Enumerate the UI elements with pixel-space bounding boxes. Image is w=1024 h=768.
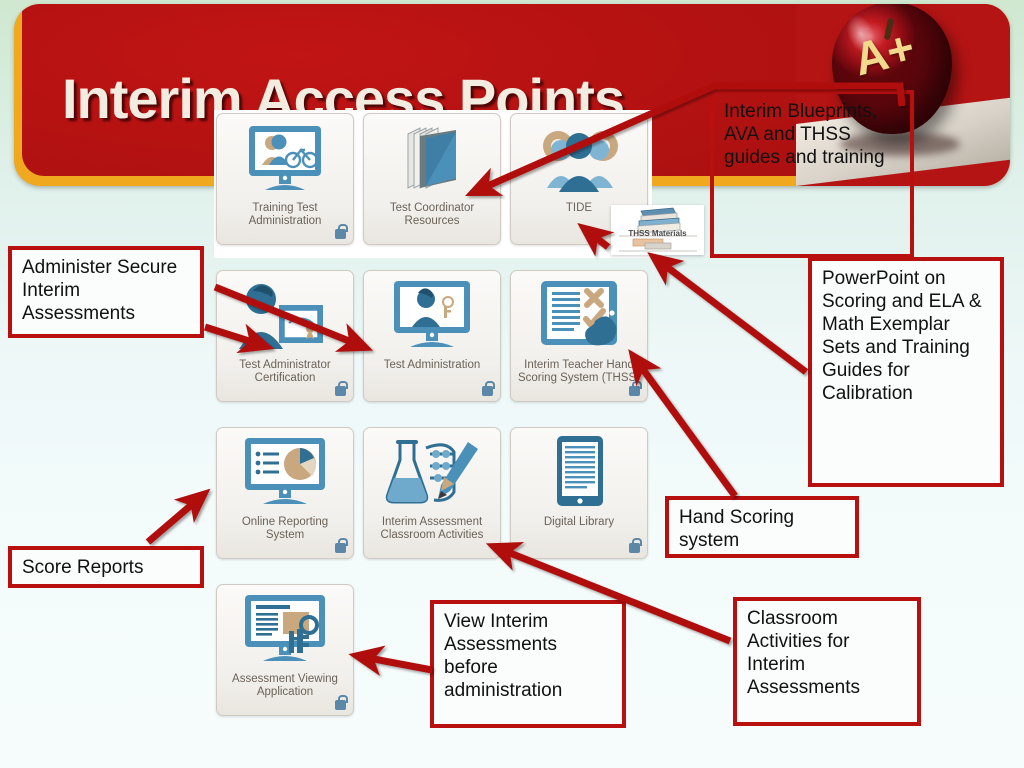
arrow-handscoring-to-thss-tile [628,349,738,499]
callout-powerpoint-scoring: PowerPoint on Scoring and ELA & Math Exe… [808,257,1004,487]
tablet-document-icon [511,434,647,512]
tablet-hand-scoring-icon [511,277,647,355]
tile-label: Digital Library [543,516,615,528]
tile-assessment-viewing-application[interactable]: Assessment Viewing Application [216,584,354,716]
monitor-student-bike-icon [217,120,353,198]
lock-icon [629,381,642,396]
tile-label: Test Coordinator Resources [389,202,475,227]
thss-materials-label: THSS Materials [628,229,687,238]
tile-interim-assessment-classroom-activities[interactable]: Interim Assessment Classroom Activities [363,427,501,559]
callout-interim-blueprints: Interim Blueprints, AVA and THSS guides … [710,90,914,258]
lock-icon [335,538,348,553]
callout-administer-secure: Administer Secure Interim Assessments [8,246,204,338]
tile-label: Online Reporting System [241,516,329,541]
tile-test-coordinator-resources[interactable]: Test Coordinator Resources [363,113,501,245]
tile-digital-library[interactable]: Digital Library [510,427,648,559]
books-stack-icon [364,120,500,198]
arrow-viewinterim-to-ava [348,645,433,676]
flask-abacus-pencil-icon [364,434,500,512]
lock-icon [335,695,348,710]
tile-test-administration[interactable]: Test Administration [363,270,501,402]
tile-label: Test Administrator Certification [239,359,331,384]
callout-hand-scoring: Hand Scoring system [665,496,859,558]
lock-icon [482,381,495,396]
tile-training-test-administration[interactable]: Training Test Administration [216,113,354,245]
tile-test-administrator-certification[interactable]: Test Administrator Certification [216,270,354,402]
lock-icon [335,381,348,396]
thss-materials-popup[interactable]: THSS Materials [611,205,704,255]
monitor-document-keys-icon [217,591,353,669]
arrow-scorereports-to-reporting [145,488,211,545]
lock-icon [335,224,348,239]
tile-online-reporting-system[interactable]: Online Reporting System [216,427,354,559]
tile-interim-teacher-hand-scoring-system[interactable]: Interim Teacher Hand Scoring System (THSS… [510,270,648,402]
person-certificate-icon [217,277,353,355]
tile-label: Test Administration [383,359,481,371]
callout-view-interim: View Interim Assessments before administ… [430,600,626,728]
monitor-person-keys-icon [364,277,500,355]
people-gears-icon [511,120,647,198]
tile-label: Assessment Viewing Application [232,673,338,698]
tile-label: Interim Assessment Classroom Activities [380,516,484,541]
callout-classroom-activities: Classroom Activities for Interim Assessm… [733,597,921,726]
arrow-powerpoint-to-thss-materials [647,252,809,375]
callout-score-reports: Score Reports [8,546,204,588]
tile-label: Interim Teacher Hand Scoring System (THSS… [517,359,641,384]
tile-label: Training Test Administration [248,202,322,227]
slide-canvas: A+ Interim Access Points Training Test A… [0,0,1024,768]
monitor-pie-chart-icon [217,434,353,512]
lock-icon [629,538,642,553]
